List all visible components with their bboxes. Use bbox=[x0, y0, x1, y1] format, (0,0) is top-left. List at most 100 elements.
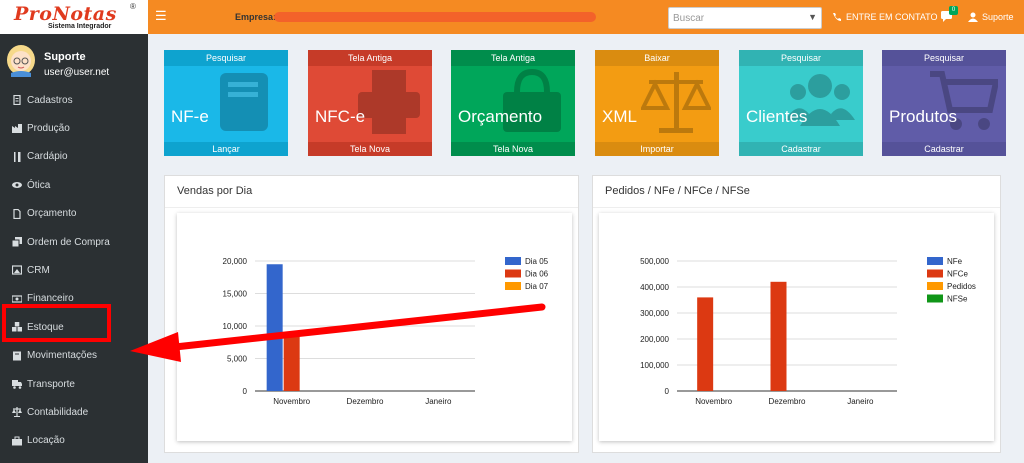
tile-bottom-link[interactable]: Cadastrar bbox=[882, 142, 1006, 156]
contact-link[interactable]: ENTRE EM CONTATO bbox=[832, 12, 938, 22]
user-email: user@user.net bbox=[44, 67, 110, 78]
tile-bottom-link[interactable]: Cadastrar bbox=[739, 142, 863, 156]
y-tick-label: 500,000 bbox=[640, 257, 669, 266]
sidebar-item-cadastros[interactable]: Cadastros bbox=[0, 86, 148, 114]
tile-orcamento[interactable]: Tela Antiga Orçamento Tela Nova bbox=[451, 50, 575, 156]
tile-clientes[interactable]: Pesquisar Clientes Cadastrar bbox=[739, 50, 863, 156]
y-tick-label: 0 bbox=[665, 387, 670, 396]
legend-swatch bbox=[505, 282, 521, 290]
tile-top-link[interactable]: Baixar bbox=[595, 50, 719, 66]
legend-label: NFCe bbox=[947, 270, 968, 279]
sidebar-item-orcamento[interactable]: Orçamento bbox=[0, 200, 148, 228]
legend-swatch bbox=[927, 269, 943, 278]
user-name: Suporte bbox=[44, 51, 86, 63]
legend-swatch bbox=[927, 282, 943, 290]
panel-separator bbox=[165, 207, 578, 208]
tile-title: Orçamento bbox=[458, 107, 543, 126]
tile-top-link[interactable]: Tela Antiga bbox=[451, 50, 575, 66]
tile-bottom-link[interactable]: Tela Nova bbox=[451, 142, 575, 156]
tile-top-link[interactable]: Pesquisar bbox=[739, 50, 863, 66]
sidebar-item-crm[interactable]: CRM bbox=[0, 256, 148, 284]
vendas-panel-title: Vendas por Dia bbox=[177, 185, 253, 197]
sidebar-item-label: Locação bbox=[27, 435, 65, 447]
contact-label: ENTRE EM CONTATO bbox=[846, 12, 938, 22]
bar-dia-06-novembro bbox=[283, 335, 300, 391]
x-tick-label: Janeiro bbox=[425, 397, 452, 406]
eye-icon bbox=[12, 182, 22, 189]
sidebar-item-producao[interactable]: Produção bbox=[0, 114, 148, 142]
logo-subtitle: Sistema Integrador bbox=[48, 23, 112, 30]
sidebar-item-label: Produção bbox=[27, 122, 70, 134]
bar-dia-05-novembro bbox=[266, 264, 283, 391]
sidebar-item-contabilidade[interactable]: Contabilidade bbox=[0, 398, 148, 426]
legend-label: NFe bbox=[947, 257, 963, 266]
file-icon bbox=[13, 208, 21, 219]
menu-toggle-icon[interactable]: ☰ bbox=[155, 9, 169, 23]
empresa-label: Empresa: bbox=[235, 12, 277, 22]
sidebar-item-label: Financeiro bbox=[27, 293, 74, 305]
x-tick-label: Novembro bbox=[695, 397, 732, 406]
legend-swatch bbox=[505, 269, 521, 278]
y-tick-label: 20,000 bbox=[223, 257, 248, 266]
tile-title: XML bbox=[602, 107, 637, 126]
tile-top-link[interactable]: Tela Antiga bbox=[308, 50, 432, 66]
movimentacoes-highlight-box bbox=[2, 304, 111, 342]
user-menu[interactable]: Suporte bbox=[968, 12, 1014, 22]
pedidos-chart-card: 0 100,000 200,000 300,000 400,000 500,000 Nove… bbox=[599, 213, 994, 441]
sidebar-item-locacao[interactable]: Locação bbox=[0, 427, 148, 455]
avatar bbox=[7, 45, 35, 77]
sidebar-item-label: Movimentações bbox=[27, 350, 98, 362]
sidebar-item-transporte[interactable]: Transporte bbox=[0, 370, 148, 398]
tile-top-link[interactable]: Pesquisar bbox=[882, 50, 1006, 66]
sidebar-item-ordem-de-compra[interactable]: Ordem de Compra bbox=[0, 228, 148, 256]
tile-title: Clientes bbox=[746, 107, 808, 126]
search-placeholder: Buscar bbox=[673, 13, 705, 24]
legend-label: Pedidos bbox=[947, 282, 976, 291]
tile-nf-e[interactable]: Pesquisar NF-e Lançar bbox=[164, 50, 288, 156]
tile-bottom-link[interactable]: Tela Nova bbox=[308, 142, 432, 156]
bar-nfce-novembro bbox=[697, 297, 714, 391]
tile-title: Produtos bbox=[889, 107, 958, 126]
sidebar: Suporte user@user.net Cadastros Produção C… bbox=[0, 34, 148, 463]
money-icon bbox=[12, 295, 22, 303]
tile-bottom-link[interactable]: Importar bbox=[595, 142, 719, 156]
sidebar-item-label: CRM bbox=[27, 264, 50, 276]
pedidos-chart: 0 100,000 200,000 300,000 400,000 500,000 Nove… bbox=[640, 257, 976, 406]
logo-registered-mark: ® bbox=[130, 2, 136, 11]
tile-top-link[interactable]: Pesquisar bbox=[164, 50, 288, 66]
chevron-down-icon: ▼ bbox=[808, 12, 817, 22]
user-menu-label: Suporte bbox=[982, 12, 1014, 22]
document-icon bbox=[13, 95, 21, 105]
x-tick-label: Janeiro bbox=[847, 397, 874, 406]
sidebar-item-cardapio[interactable]: Cardápio bbox=[0, 143, 148, 171]
y-tick-label: 5,000 bbox=[227, 355, 248, 364]
sidebar-item-movimentacoes[interactable]: Movimentações bbox=[0, 342, 148, 370]
tile-title: NFC-e bbox=[315, 107, 366, 126]
y-tick-label: 10,000 bbox=[223, 322, 248, 331]
y-tick-label: 15,000 bbox=[223, 290, 248, 299]
bar-nfce-dezembro bbox=[770, 281, 787, 391]
y-tick-label: 100,000 bbox=[640, 361, 669, 370]
tile-nfc-e[interactable]: Tela Antiga NFC-e Tela Nova bbox=[308, 50, 432, 156]
balance-icon bbox=[12, 407, 22, 418]
x-tick-label: Novembro bbox=[273, 397, 310, 406]
legend-label: Dia 06 bbox=[525, 270, 549, 279]
sidebar-item-label: Cardápio bbox=[27, 151, 68, 163]
search-select[interactable]: Buscar ▼ bbox=[668, 7, 822, 29]
y-tick-label: 400,000 bbox=[640, 283, 669, 292]
legend-swatch bbox=[927, 294, 943, 303]
sidebar-item-label: Transporte bbox=[27, 378, 75, 390]
utensils-icon bbox=[14, 151, 21, 162]
tile-xml[interactable]: Baixar XML Importar bbox=[595, 50, 719, 156]
legend-label: Dia 05 bbox=[525, 257, 549, 266]
tile-bottom-link[interactable]: Lançar bbox=[164, 142, 288, 156]
sidebar-item-label: Ótica bbox=[27, 179, 51, 191]
y-tick-label: 300,000 bbox=[640, 309, 669, 318]
balance-scale-icon bbox=[641, 72, 711, 133]
factory-icon bbox=[12, 124, 22, 134]
panel-separator bbox=[593, 207, 1000, 208]
sidebar-item-otica[interactable]: Ótica bbox=[0, 171, 148, 199]
sidebar-item-label: Ordem de Compra bbox=[27, 236, 110, 248]
logo[interactable]: ProNotas ® Sistema Integrador bbox=[0, 0, 148, 34]
tile-produtos[interactable]: Pesquisar Produtos Cadastrar bbox=[882, 50, 1006, 156]
